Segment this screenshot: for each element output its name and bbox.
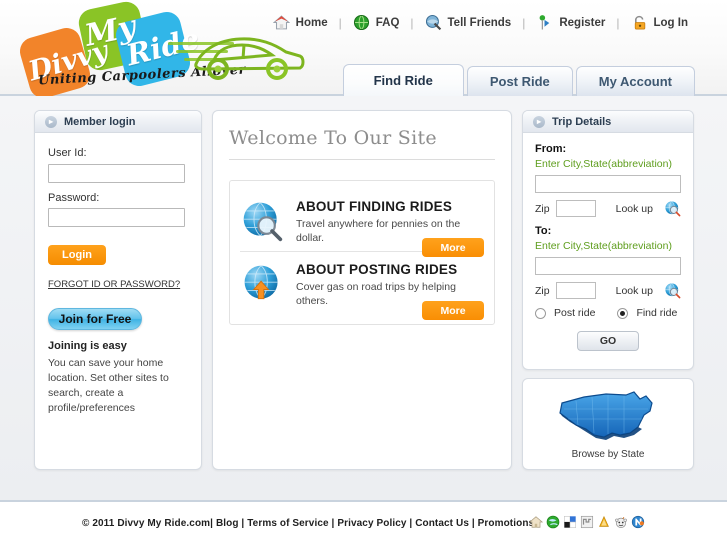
radio-find-ride-label: Find ride [636, 307, 678, 319]
nav-item-faq[interactable]: FAQ [344, 14, 409, 31]
feature-finding-rides-text: ABOUT FINDING RIDES Travel anywhere for … [296, 199, 484, 257]
ride-type-radio-group: Post ride Find ride [535, 307, 681, 319]
go-button[interactable]: GO [577, 331, 639, 351]
tell-friends-icon [425, 14, 441, 31]
radio-post-ride[interactable] [535, 307, 546, 319]
content-area: ▸ Member login User Id: Password: Login … [0, 96, 727, 500]
trip-details-panel: ▸ Trip Details From: Enter City,State(ab… [522, 110, 694, 370]
chevron-right-icon: ▸ [45, 115, 57, 128]
feature-posting-rides-text: ABOUT POSTING RIDES Cover gas on road tr… [296, 262, 484, 320]
from-hint: Enter City,State(abbreviation) [535, 158, 672, 170]
digg-icon[interactable] [597, 515, 611, 529]
feature-finding-rides: ABOUT FINDING RIDES Travel anywhere for … [240, 189, 484, 257]
from-zip-row: Zip Look up [535, 200, 681, 217]
browse-by-state-panel[interactable]: Browse by State [522, 378, 694, 470]
tab-find-ride[interactable]: Find Ride [342, 64, 464, 96]
tab-my-account[interactable]: My Account [575, 66, 695, 96]
nav-label-login: Log In [653, 16, 689, 29]
to-zip-row: Zip Look up [535, 282, 681, 299]
tab-post-ride[interactable]: Post Ride [466, 66, 573, 96]
nav-item-login[interactable]: Log In [622, 14, 698, 31]
main-tabs: Find Ride Post Ride My Account [340, 64, 695, 96]
radio-post-ride-label: Post ride [554, 307, 596, 319]
joining-is-easy-text: You can save your home location. Set oth… [48, 357, 169, 414]
nav-separator: | [410, 15, 414, 30]
chevron-right-icon: ▸ [533, 115, 545, 128]
house-icon [272, 15, 290, 30]
from-lookup-label[interactable]: Look up [616, 203, 653, 215]
to-zip-input[interactable] [555, 282, 596, 299]
more-button-posting-rides[interactable]: More [422, 301, 484, 320]
join-for-free-button[interactable]: Join for Free [48, 308, 142, 330]
password-label: Password: [48, 191, 100, 204]
from-zip-input[interactable] [555, 200, 596, 217]
radio-find-ride[interactable] [617, 307, 629, 319]
nav-label-register: Register [559, 16, 606, 29]
nav-label-faq: FAQ [375, 16, 400, 29]
member-login-panel: ▸ Member login User Id: Password: Login … [34, 110, 202, 470]
member-login-body: User Id: Password: Login FORGOT ID OR PA… [35, 133, 201, 426]
welcome-panel: Welcome To Our Site ABOUT FINDING RIDES … [212, 110, 512, 470]
forgot-password-link[interactable]: FORGOT ID OR PASSWORD? [48, 279, 188, 290]
feature-title: ABOUT POSTING RIDES [296, 262, 458, 277]
to-hint: Enter City,State(abbreviation) [535, 240, 672, 252]
site-header: Divvy My Ride Uniting Carpoolers Allover [0, 0, 727, 102]
feature-posting-rides: ABOUT POSTING RIDES Cover gas on road tr… [240, 251, 484, 320]
to-city-input[interactable] [535, 257, 681, 275]
footer-links-text[interactable]: © 2011 Divvy My Ride.com| Blog | Terms o… [82, 518, 534, 529]
globe-upload-icon [244, 265, 278, 300]
from-label: From: [535, 143, 567, 155]
features-box: ABOUT FINDING RIDES Travel anywhere for … [229, 180, 495, 325]
us-map-icon [559, 390, 653, 440]
page-root: Divvy My Ride Uniting Carpoolers Allover [0, 0, 727, 545]
green-globe-icon [353, 14, 369, 31]
delicious-icon[interactable] [563, 515, 577, 529]
stumbleupon-icon[interactable] [580, 515, 594, 529]
login-button[interactable]: Login [48, 245, 106, 265]
home-bookmark-icon[interactable] [529, 515, 543, 529]
browse-by-state-caption: Browse by State [571, 448, 645, 460]
from-city-input[interactable] [535, 175, 681, 193]
nav-separator: | [616, 15, 620, 30]
green-car-icon [194, 37, 305, 80]
joining-is-easy-title: Joining is easy [48, 340, 127, 352]
trip-details-body: From: Enter City,State(abbreviation) Zip… [523, 133, 693, 361]
technorati-globe-icon[interactable] [546, 515, 560, 529]
nav-item-tell-friends[interactable]: Tell Friends [416, 14, 521, 31]
user-id-input[interactable] [48, 163, 185, 183]
top-navigation: Home | FAQ | Tell Friends | Register | L… [264, 14, 697, 31]
from-zip-label: Zip [535, 202, 550, 215]
user-id-label: User Id: [48, 147, 87, 159]
site-footer: © 2011 Divvy My Ride.com| Blog | Terms o… [0, 500, 727, 543]
more-button-finding-rides[interactable]: More [422, 238, 484, 257]
to-lookup-label[interactable]: Look up [616, 285, 653, 297]
to-lookup-globe-icon[interactable] [664, 282, 681, 299]
page-title: Welcome To Our Site [229, 127, 495, 160]
globe-magnifier-icon [243, 202, 283, 242]
member-login-header: ▸ Member login [35, 111, 201, 133]
from-lookup-globe-icon[interactable] [664, 200, 681, 217]
nav-separator: | [338, 15, 342, 30]
padlock-icon [634, 15, 645, 30]
to-label: To: [535, 225, 552, 237]
nav-label-tell-friends: Tell Friends [447, 16, 512, 29]
newsvine-icon[interactable] [631, 515, 645, 529]
nav-item-register[interactable]: Register [527, 14, 614, 31]
trip-details-header: ▸ Trip Details [523, 111, 693, 133]
register-pin-icon [539, 15, 550, 30]
reddit-icon[interactable] [614, 515, 628, 529]
member-login-title: Member login [64, 115, 136, 128]
nav-item-home[interactable]: Home [264, 14, 337, 31]
to-zip-label: Zip [535, 284, 550, 297]
nav-separator: | [522, 15, 526, 30]
password-input[interactable] [48, 208, 185, 227]
feature-title: ABOUT FINDING RIDES [296, 199, 453, 214]
trip-details-title: Trip Details [552, 115, 612, 128]
footer-social-icons [529, 515, 645, 529]
nav-label-home: Home [295, 16, 328, 29]
